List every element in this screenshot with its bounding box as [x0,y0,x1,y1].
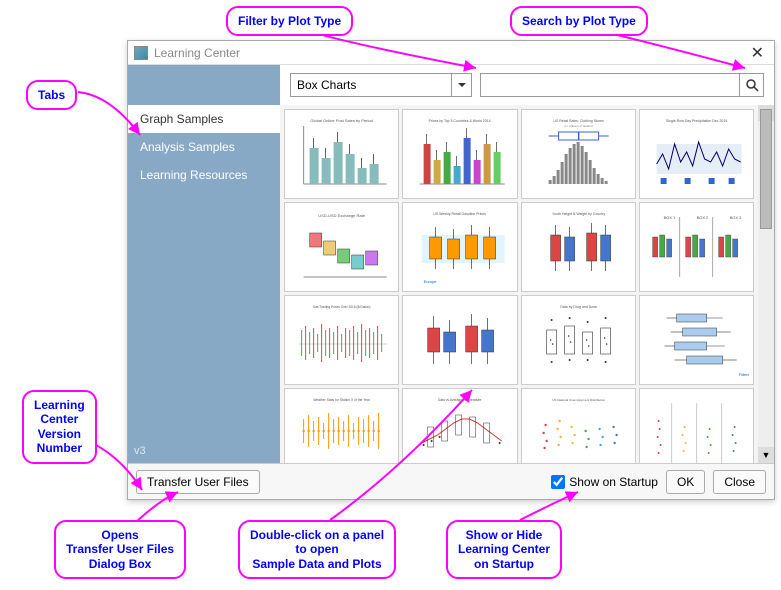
svg-text:Single-Row Day Precipitation D: Single-Row Day Precipitation Dec 2015 [666,119,727,123]
svg-text:US Retail Sales: Clothing Stor: US Retail Sales: Clothing Stores [553,119,604,123]
sample-thumb[interactable]: USD-USD Exchange Rate [284,202,399,292]
sample-thumb[interactable]: Filtered ▸ [639,295,754,385]
sample-thumb[interactable] [639,388,754,463]
svg-text:Prices by Top 5 Countries & Wo: Prices by Top 5 Countries & World 2014 [429,119,491,123]
gallery-scrollbar[interactable]: ▲ ▼ [758,105,774,463]
svg-text:Gas Trading Prices Over 2016 (: Gas Trading Prices Over 2016 ($/Gallon) [313,305,371,309]
callout-version: Learning Center Version Number [22,390,97,464]
show-on-startup-checkbox[interactable]: Show on Startup [551,475,658,489]
svg-text:Europe: Europe [424,279,438,284]
sample-thumb[interactable]: Global Online Post Sales by Period [284,109,399,199]
callout-transfer: Opens Transfer User Files Dialog Box [54,520,186,579]
sample-thumb[interactable]: Single-Row Day Precipitation Dec 2015 [639,109,754,199]
app-icon [134,46,148,60]
svg-text:US Weekly Retail Gasoline Pric: US Weekly Retail Gasoline Prices [434,212,487,216]
svg-text:BOX 3: BOX 3 [729,215,742,220]
sample-thumb[interactable]: US National Unemployment Distribution [521,388,636,463]
close-button[interactable]: Close [713,470,766,494]
sample-thumb[interactable]: US Weekly Retail Gasoline Prices Europe [402,202,517,292]
svg-text:BOX 1: BOX 1 [663,215,676,220]
filter-bar: Box Charts [280,65,774,105]
footer-bar: Transfer User Files Show on Startup OK C… [128,463,774,499]
callout-tabs: Tabs [26,80,77,110]
svg-text:US National Unemployment Distr: US National Unemployment Distribution [552,398,605,402]
learning-center-window: Learning Center ✕ Graph Samples Analysis… [127,40,775,500]
chevron-down-icon[interactable] [451,74,471,96]
svg-text:USD-USD Exchange Rate: USD-USD Exchange Rate [318,213,365,218]
sample-thumb[interactable]: BOX 1 BOX 2 BOX 3 [639,202,754,292]
tab-graph-samples[interactable]: Graph Samples [128,105,280,133]
sample-thumb[interactable]: Gas Trading Prices Over 2016 ($/Gallon) [284,295,399,385]
tab-analysis-samples[interactable]: Analysis Samples [128,133,280,161]
scroll-down-icon[interactable]: ▼ [758,447,774,463]
dropdown-selected: Box Charts [291,78,451,92]
sample-thumb[interactable]: Data vs Average Temperature [402,388,517,463]
sample-thumb[interactable]: Youth Height & Weight by Country [521,202,636,292]
callout-startup: Show or Hide Learning Center on Startup [446,520,562,579]
svg-text:Data vs Average Temperature: Data vs Average Temperature [438,398,482,402]
ok-button[interactable]: OK [666,470,705,494]
sample-thumb[interactable]: US Retail Sales: Clothing Stores(in mill… [521,109,636,199]
svg-text:Weather Stats for Station X of: Weather Stats for Station X of the Year [313,398,370,402]
sample-thumb[interactable]: Weather Stats for Station X of the Year [284,388,399,463]
sample-thumb[interactable] [402,295,517,385]
search-input[interactable] [481,74,739,96]
svg-text:BOX 2: BOX 2 [696,215,709,220]
show-on-startup-label: Show on Startup [569,475,658,489]
thumbnail-gallery: Global Online Post Sales by Period Price… [280,105,758,463]
svg-text:Global Online Post Sales by Pe: Global Online Post Sales by Period [310,118,372,123]
callout-search: Search by Plot Type [510,6,648,36]
svg-text:Data by Drug and Dose: Data by Drug and Dose [560,305,597,309]
tab-learning-resources[interactable]: Learning Resources [128,161,280,189]
sample-thumb[interactable]: Prices by Top 5 Countries & World 2014 [402,109,517,199]
callout-doubleclick: Double-click on a panel to open Sample D… [238,520,396,579]
plot-type-dropdown[interactable]: Box Charts [290,73,472,97]
search-box[interactable] [480,73,764,97]
titlebar: Learning Center ✕ [128,41,774,65]
show-on-startup-input[interactable] [551,475,565,489]
scroll-thumb[interactable] [760,109,772,229]
callout-filter: Filter by Plot Type [226,6,353,36]
sidebar: Graph Samples Analysis Samples Learning … [128,65,280,463]
sample-thumb[interactable]: Data by Drug and Dose [521,295,636,385]
svg-text:(in millions of dollars): (in millions of dollars) [564,124,592,128]
svg-text:Filtered ▸: Filtered ▸ [738,372,749,377]
transfer-user-files-button[interactable]: Transfer User Files [136,470,260,494]
svg-text:Youth Height & Weight by Count: Youth Height & Weight by Country [552,212,605,216]
close-icon[interactable]: ✕ [747,43,768,63]
version-label: v3 [134,445,146,457]
search-icon[interactable] [739,74,763,96]
window-title: Learning Center [154,46,240,60]
